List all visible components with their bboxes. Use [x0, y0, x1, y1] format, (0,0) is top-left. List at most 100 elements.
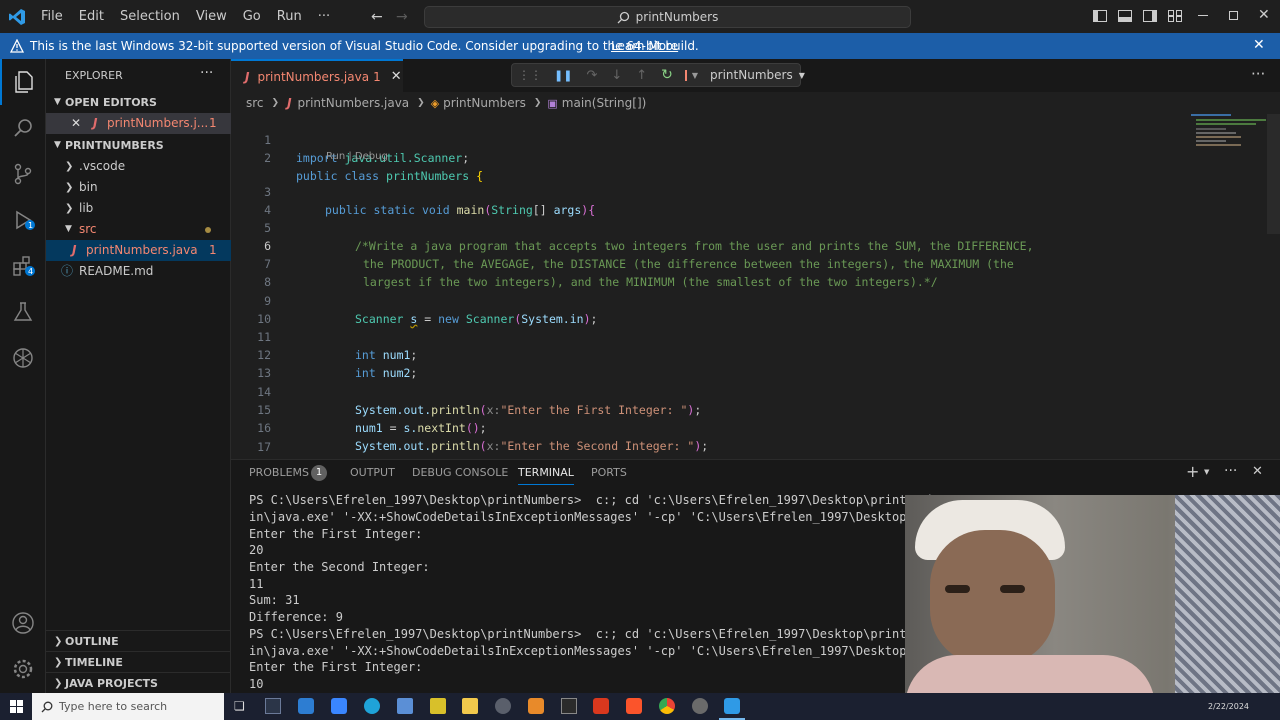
new-terminal-plus-icon[interactable]: + — [1186, 462, 1199, 481]
close-panel-icon[interactable]: ✕ — [1252, 464, 1263, 479]
store-icon[interactable] — [331, 698, 347, 714]
learn-more-link[interactable]: Learn More — [611, 39, 678, 53]
chevron-down-icon[interactable]: ▼ — [692, 71, 698, 80]
step-over-icon[interactable]: ↷ — [586, 68, 597, 83]
breadcrumb-file[interactable]: printNumbers.java — [298, 96, 410, 110]
tab-problems[interactable]: PROBLEMS — [249, 460, 309, 485]
minimize-icon[interactable] — [1198, 15, 1208, 16]
command-center[interactable]: printNumbers — [424, 6, 911, 28]
code-line[interactable]: 7 largest if the two integers), and the … — [231, 237, 1280, 289]
menu-file[interactable]: File — [33, 0, 71, 33]
restart-icon[interactable]: ↻ — [661, 67, 673, 83]
testing-icon[interactable] — [0, 289, 46, 335]
vscode-taskbar-icon[interactable] — [724, 698, 740, 714]
project-header[interactable]: ▼ PRINTNUMBERS — [46, 135, 231, 156]
breadcrumb-class[interactable]: printNumbers — [443, 96, 526, 110]
customize-layout-icon[interactable] — [1168, 10, 1182, 22]
menu-selection[interactable]: Selection — [112, 0, 188, 33]
code-line[interactable]: 4 — [231, 183, 1280, 217]
outline-header[interactable]: ❯ OUTLINE — [46, 630, 231, 651]
code-line[interactable]: 3 public static void main(String[] args)… — [231, 165, 1280, 217]
search-sidebar-icon[interactable] — [0, 105, 46, 151]
breadcrumb-folder[interactable]: src — [246, 96, 264, 110]
tab-output[interactable]: OUTPUT — [350, 460, 395, 485]
code-line[interactable]: 5 /*Write a java program that accepts tw… — [231, 201, 1280, 253]
chevron-down-icon[interactable]: ▼ — [799, 71, 805, 80]
chevron-down-icon[interactable]: ▼ — [1204, 468, 1209, 476]
extensions-icon[interactable]: 4 — [0, 243, 46, 289]
tab-terminal[interactable]: TERMINAL — [518, 460, 574, 485]
back-arrow-icon[interactable]: ← — [371, 9, 383, 25]
toggle-secondary-sidebar-icon[interactable] — [1143, 10, 1157, 22]
code-line[interactable]: 17 num2 = s.nextInt(); — [231, 420, 1280, 472]
open-editor-item[interactable]: ✕ J printNumbers.j... 1 — [46, 113, 231, 134]
mail-icon[interactable] — [298, 698, 314, 714]
media-player-icon[interactable] — [495, 698, 511, 714]
manage-gear-icon[interactable] — [0, 646, 46, 692]
step-out-icon[interactable]: ↑ — [636, 68, 647, 83]
code-line[interactable]: 11 int num1; — [231, 310, 1280, 362]
debug-config-label[interactable]: printNumbers — [710, 68, 793, 82]
toggle-panel-icon[interactable] — [1118, 10, 1132, 22]
taskbar-app-icon[interactable] — [528, 698, 544, 714]
code-line[interactable]: 2 public class printNumbers { — [231, 131, 1280, 183]
breadcrumb-method[interactable]: main(String[]) — [562, 96, 647, 110]
menu-edit[interactable]: Edit — [71, 0, 112, 33]
tab-debug-console[interactable]: DEBUG CONSOLE — [412, 460, 508, 485]
banner-close-icon[interactable]: ✕ — [1253, 37, 1265, 53]
run-debug-icon[interactable]: 1 — [0, 197, 46, 243]
task-view-icon[interactable]: ❏ — [234, 699, 245, 713]
menu-view[interactable]: View — [188, 0, 235, 33]
code-line[interactable]: 8 — [231, 255, 1280, 289]
explorer-more-icon[interactable]: ··· — [200, 65, 213, 81]
folder-item-vscode[interactable]: ❯ .vscode — [46, 156, 231, 177]
taskbar-app-icon[interactable] — [561, 698, 577, 714]
taskbar-app-icon[interactable] — [265, 698, 281, 714]
close-tab-icon[interactable]: ✕ — [391, 69, 402, 84]
folder-item-src[interactable]: ▼ src — [46, 219, 231, 240]
taskbar-app-icon[interactable] — [692, 698, 708, 714]
menu-go[interactable]: Go — [235, 0, 269, 33]
menu-more[interactable]: ··· — [310, 0, 338, 33]
editor-more-icon[interactable]: ··· — [1251, 65, 1265, 83]
open-editors-header[interactable]: ▼ OPEN EDITORS — [46, 92, 231, 113]
timeline-header[interactable]: ❯ TIMELINE — [46, 651, 231, 672]
close-editor-icon[interactable]: ✕ — [71, 113, 81, 134]
folder-item-bin[interactable]: ❯ bin — [46, 177, 231, 198]
code-line[interactable]: 13 — [231, 346, 1280, 380]
code-line[interactable]: 10 — [231, 292, 1280, 326]
file-item-printnumbers[interactable]: J printNumbers.java 1 — [46, 240, 231, 261]
source-control-icon[interactable] — [0, 151, 46, 197]
stop-icon[interactable] — [684, 69, 687, 81]
taskbar-app-icon[interactable] — [593, 698, 609, 714]
chrome-browser-icon[interactable] — [659, 698, 675, 714]
file-explorer-icon[interactable] — [462, 698, 478, 714]
close-window-icon[interactable]: ✕ — [1258, 7, 1270, 23]
code-line[interactable]: 16 System.out.println(x:"Enter the Secon… — [231, 401, 1280, 453]
folder-item-lib[interactable]: ❯ lib — [46, 198, 231, 219]
edge-browser-icon[interactable] — [364, 698, 380, 714]
taskbar-search-box[interactable]: Type here to search — [32, 693, 224, 720]
code-line[interactable]: 15 num1 = s.nextInt(); — [231, 383, 1280, 435]
tab-ports[interactable]: PORTS — [591, 460, 627, 485]
file-item-readme[interactable]: ⓘ README.md — [46, 261, 231, 282]
restore-icon[interactable] — [1229, 11, 1238, 20]
code-line[interactable]: 6 the PRODUCT, the AVEGAGE, the DISTANCE… — [231, 219, 1280, 271]
tab-printnumbers[interactable]: J printNumbers.java 1 ✕ — [231, 59, 403, 92]
explorer-icon[interactable] — [0, 59, 46, 105]
copilot-icon[interactable] — [0, 335, 46, 381]
panel-more-icon[interactable]: ··· — [1224, 463, 1237, 479]
editor-scrollbar[interactable] — [1267, 114, 1280, 234]
sticky-notes-icon[interactable] — [430, 698, 446, 714]
code-line[interactable]: 14 System.out.println(x:"Enter the First… — [231, 365, 1280, 417]
windows-start-icon[interactable] — [10, 700, 23, 713]
pause-icon[interactable]: ❚❚ — [554, 69, 572, 82]
code-line[interactable]: 9 Scanner s = new Scanner(System.in); — [231, 274, 1280, 326]
toggle-sidebar-icon[interactable] — [1093, 10, 1107, 22]
brave-browser-icon[interactable] — [626, 698, 642, 714]
forward-arrow-icon[interactable]: → — [396, 9, 408, 25]
drag-handle-icon[interactable]: ⋮⋮ — [518, 68, 542, 82]
taskbar-app-icon[interactable] — [397, 698, 413, 714]
code-line[interactable]: 18 — [231, 438, 1280, 472]
run-debug-codelens[interactable]: Run | Debug — [326, 151, 388, 162]
